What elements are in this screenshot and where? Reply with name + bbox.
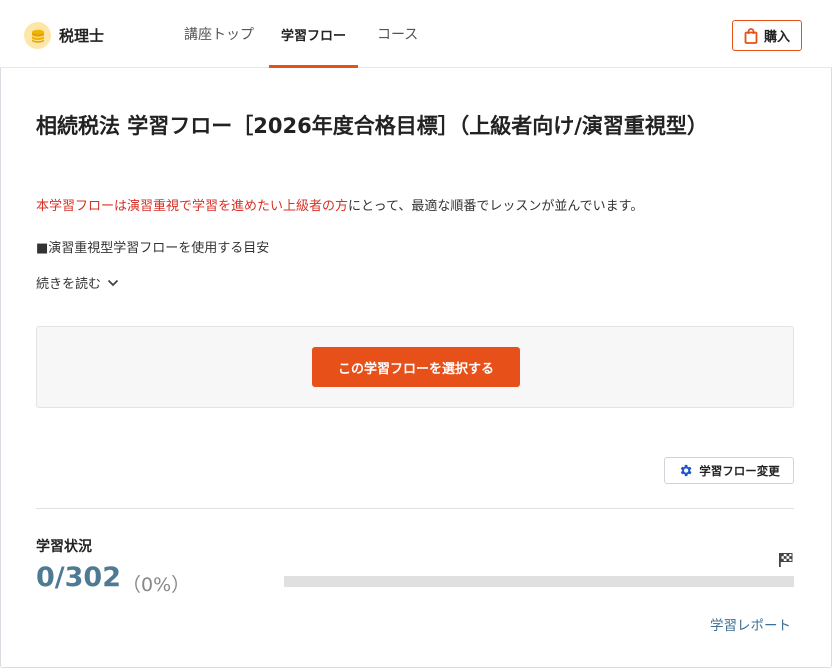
buy-button[interactable]: 購入 xyxy=(732,20,802,51)
progress-bar xyxy=(284,576,794,587)
change-flow-label: 学習フロー変更 xyxy=(699,463,780,478)
active-tab-indicator xyxy=(269,65,358,68)
chevron-down-icon xyxy=(107,279,119,286)
page-title: 相続税法 学習フロー［2026年度合格目標］（上級者向け/演習重視型） xyxy=(36,114,708,138)
select-flow-panel: この学習フローを選択する xyxy=(36,326,794,408)
select-flow-button[interactable]: この学習フローを選択する xyxy=(312,347,520,387)
tab-learning-flow-label: 学習フロー xyxy=(280,28,346,44)
buy-button-label: 購入 xyxy=(763,30,790,45)
checkered-flag-icon xyxy=(779,553,793,567)
progress-count: 0/302 xyxy=(36,562,122,593)
tab-learning-flow[interactable]: 学習フロー xyxy=(269,0,358,68)
shopping-bag-icon xyxy=(744,27,758,44)
guideline-heading: ■演習重視型学習フローを使用する目安 xyxy=(36,241,270,256)
intro-highlight: 本学習フローは演習重視で学習を進めたい上級者の方 xyxy=(36,199,349,214)
gear-icon xyxy=(681,464,692,477)
read-more-label: 続きを読む xyxy=(36,277,102,292)
learning-report-link[interactable]: 学習レポート xyxy=(710,614,791,634)
coin-stack-icon[interactable] xyxy=(24,22,51,49)
intro-text: 本学習フローは演習重視で学習を進めたい上級者の方にとって、最適な順番でレッスンが… xyxy=(36,195,643,214)
section-divider xyxy=(36,508,794,509)
brand-name[interactable]: 税理士 xyxy=(59,25,104,46)
tab-course[interactable]: コース xyxy=(377,0,418,68)
tab-course-top[interactable]: 講座トップ xyxy=(184,0,254,68)
header: 税理士 講座トップ 学習フロー コース 購入 xyxy=(0,0,832,68)
intro-rest: にとって、最適な順番でレッスンが並んでいます。 xyxy=(348,199,644,214)
progress-label: 学習状況 xyxy=(36,539,92,555)
change-flow-button[interactable]: 学習フロー変更 xyxy=(664,457,794,484)
read-more-toggle[interactable]: 続きを読む xyxy=(36,273,119,292)
progress-percent: （0%） xyxy=(122,574,191,596)
